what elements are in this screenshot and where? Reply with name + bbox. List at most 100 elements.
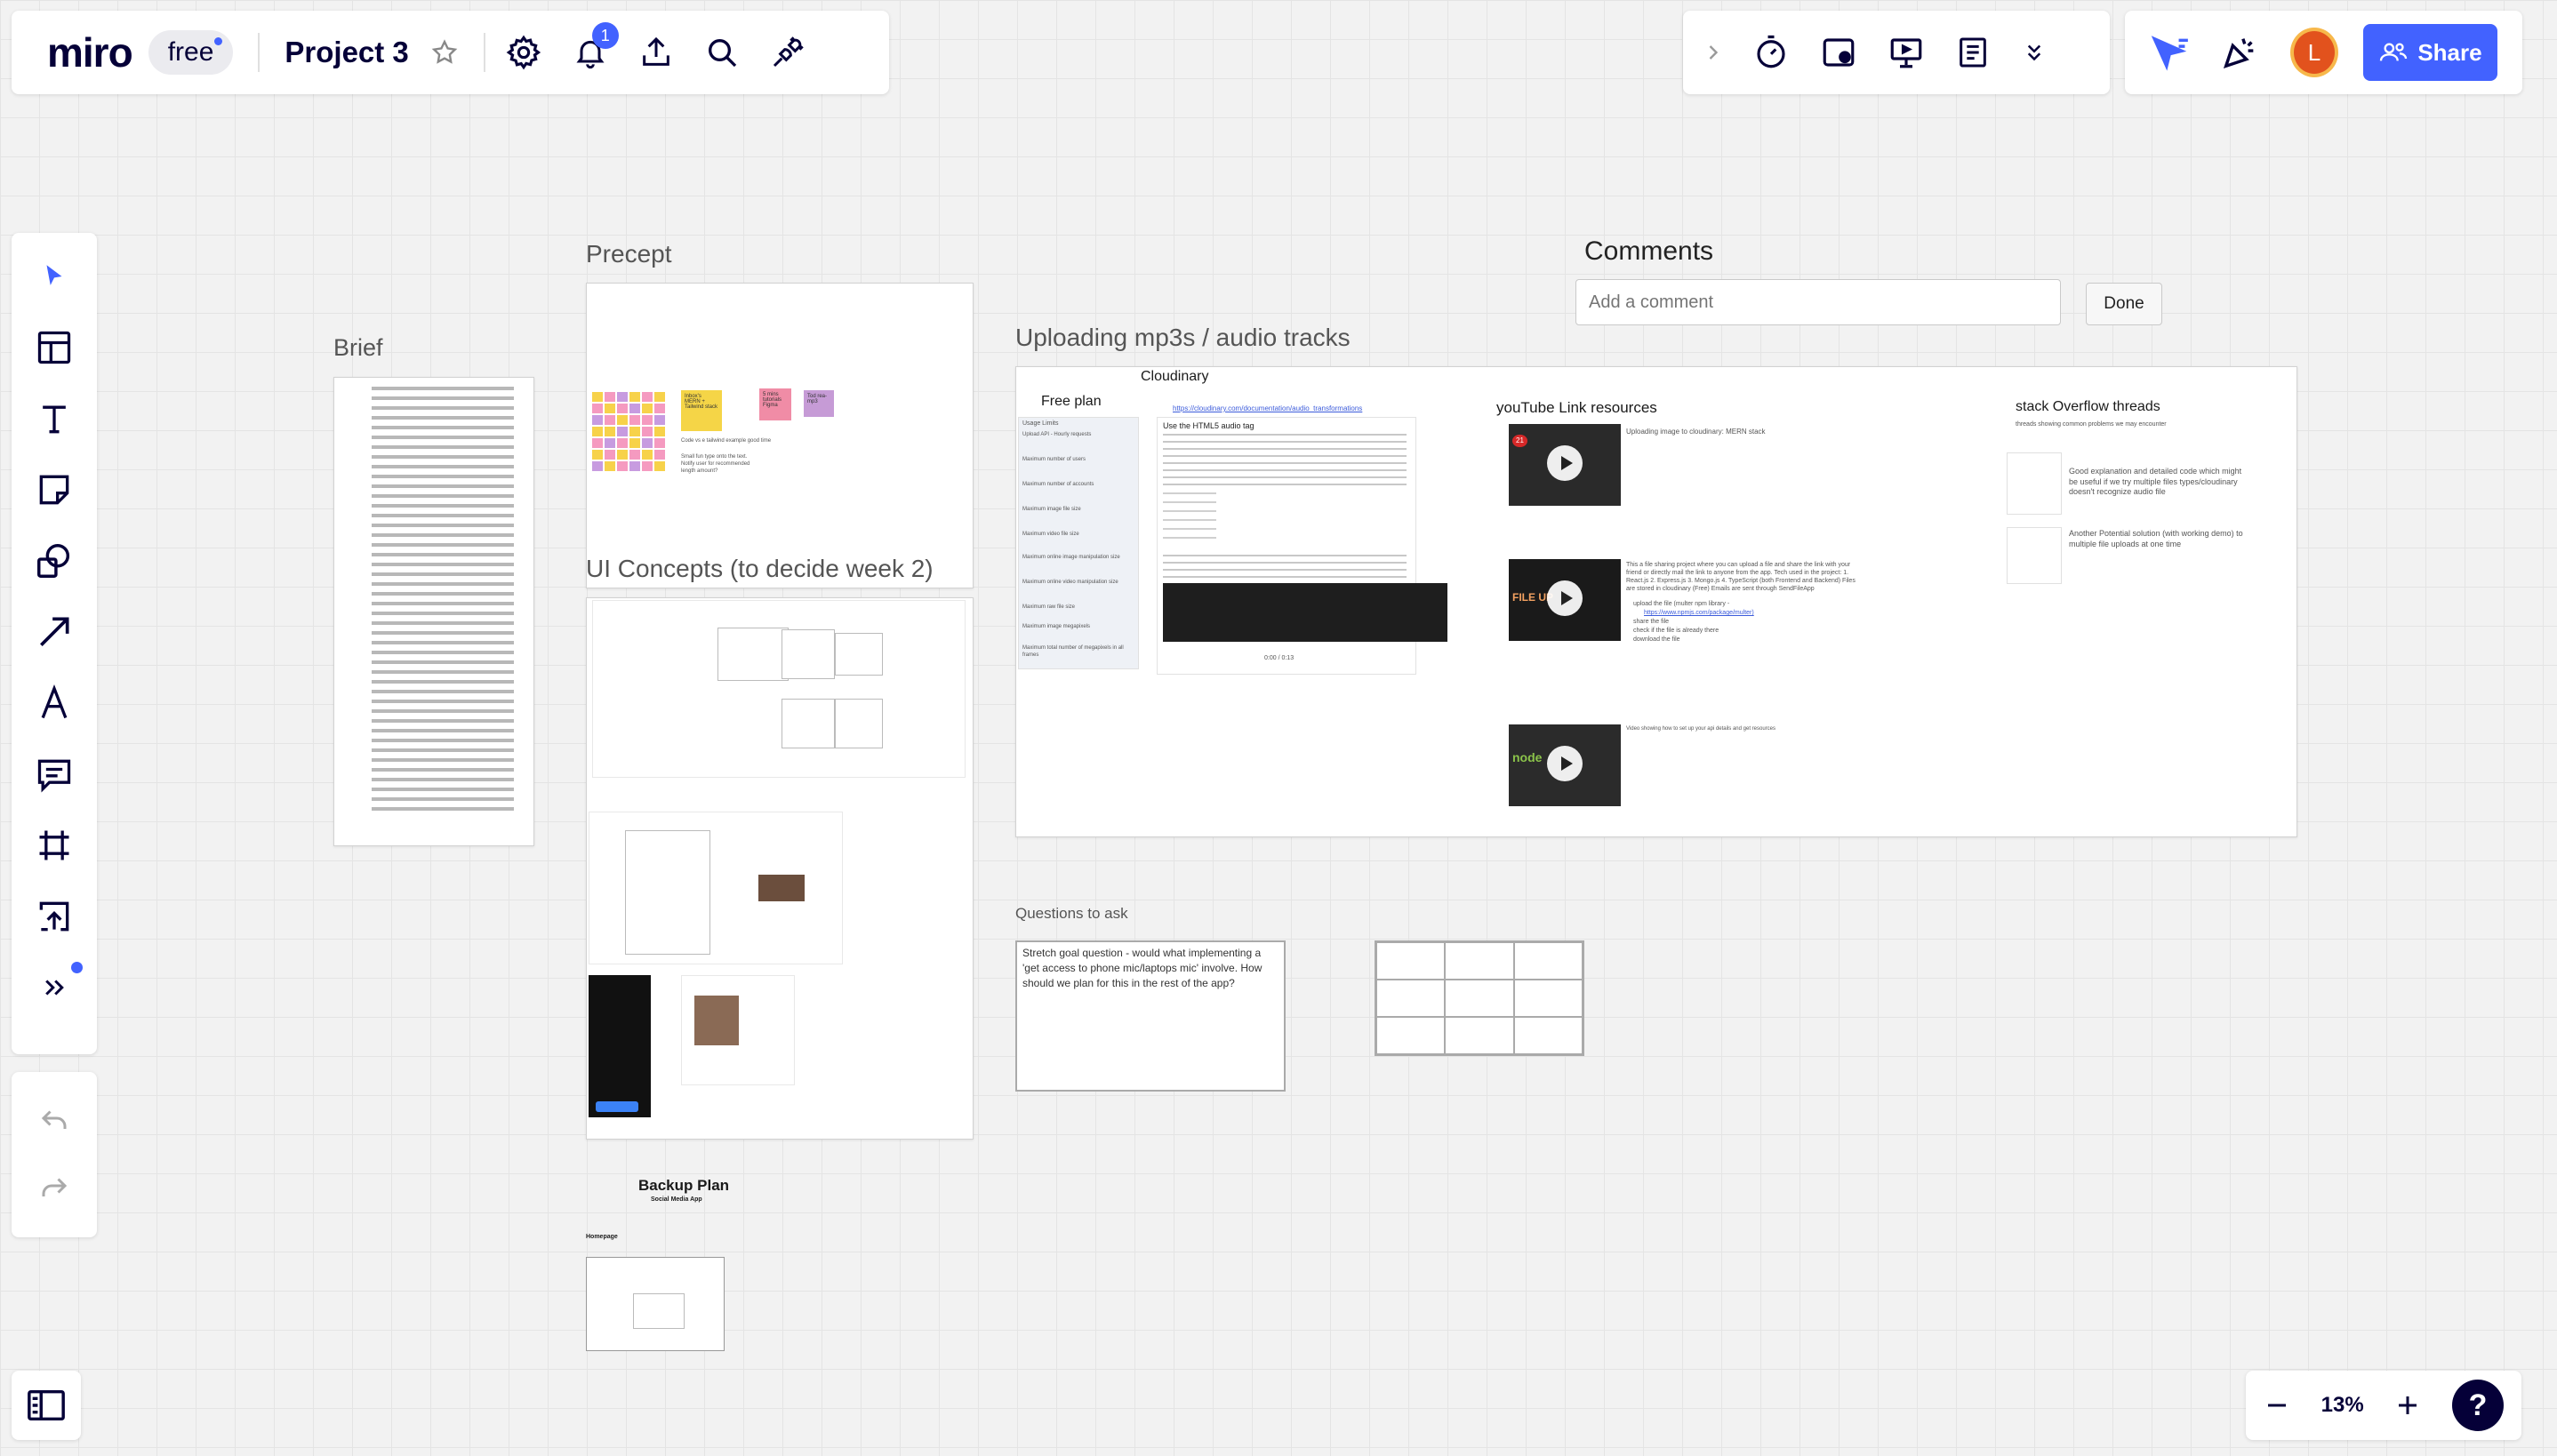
comment-input[interactable] <box>1575 279 2061 325</box>
doc-text <box>1163 555 1407 580</box>
stackoverflow-subtitle: threads showing common problems we may e… <box>2016 421 2167 428</box>
video-step: share the file <box>1633 619 1670 625</box>
search-icon[interactable] <box>704 35 740 70</box>
video-thumbnail[interactable]: node <box>1509 724 1621 806</box>
avatar[interactable]: L <box>2290 28 2338 77</box>
play-icon[interactable] <box>1547 746 1583 782</box>
mobile-mockup <box>589 975 651 1117</box>
bell-icon[interactable]: 1 <box>573 22 619 70</box>
table-cell[interactable] <box>1513 942 1583 980</box>
wireframe-card <box>782 629 835 679</box>
table-cell[interactable] <box>1445 980 1514 1017</box>
templates-icon[interactable] <box>31 325 77 370</box>
usage-row: Maximum total number of megapixels in al… <box>1022 645 1124 658</box>
redo-icon[interactable] <box>36 1172 73 1204</box>
uploading-frame[interactable]: Cloudinary Free plan Usage Limits Upload… <box>1015 366 2297 837</box>
wireframe-card <box>625 830 710 955</box>
select-icon[interactable] <box>31 254 77 299</box>
ui-concepts-frame[interactable] <box>586 597 974 1140</box>
reactions-icon[interactable] <box>2219 32 2260 73</box>
uploading-frame-label[interactable]: Uploading mp3s / audio tracks <box>1015 324 1351 352</box>
voting-icon[interactable] <box>1820 34 1857 71</box>
pen-icon[interactable] <box>31 681 77 725</box>
usage-row: Upload API - Hourly requests <box>1022 432 1092 437</box>
homepage-wireframe[interactable] <box>586 1257 725 1351</box>
sticky-note[interactable]: Tod rea-mp3 <box>804 390 834 417</box>
plan-badge[interactable]: free <box>148 30 234 75</box>
table-cell[interactable] <box>1513 980 1583 1017</box>
more-dot <box>71 962 83 973</box>
cloudinary-link[interactable]: https://cloudinary.com/documentation/aud… <box>1173 404 1362 413</box>
sticky-note[interactable]: Inbox's MERN + Tailwind stack <box>681 390 722 431</box>
upload-icon[interactable] <box>31 894 77 939</box>
thread-thumbnail[interactable] <box>2007 452 2062 515</box>
users-icon <box>2378 40 2409 65</box>
text-icon[interactable] <box>31 396 77 441</box>
zoom-in-icon[interactable] <box>2394 1392 2421 1419</box>
table-cell[interactable] <box>1376 1017 1446 1054</box>
empty-table[interactable] <box>1375 940 1584 1056</box>
shapes-icon[interactable] <box>31 539 77 583</box>
usage-row: Maximum number of users <box>1022 457 1086 462</box>
audio-player[interactable]: 0:00 / 0:13 <box>1264 654 1294 662</box>
sticky-note[interactable]: 5 mins tutorials Figma <box>759 388 791 420</box>
arrow-icon[interactable] <box>31 610 77 654</box>
zoom-out-icon[interactable] <box>2264 1392 2290 1419</box>
board-title[interactable]: Project 3 <box>285 36 408 69</box>
questions-label[interactable]: Questions to ask <box>1015 905 1128 923</box>
usage-row: Maximum image megapixels <box>1022 624 1091 629</box>
play-icon[interactable] <box>1547 445 1583 482</box>
video-step: download the file <box>1633 636 1680 643</box>
video-step-link[interactable]: https://www.npmjs.com/package/multer) <box>1644 609 1754 617</box>
share-button[interactable]: Share <box>2362 24 2497 81</box>
precept-note: Small fun type onto the text. Notify use… <box>681 454 750 474</box>
plug-icon[interactable] <box>770 35 806 70</box>
zoom-level[interactable]: 13% <box>2321 1393 2364 1418</box>
table-cell[interactable] <box>1445 942 1514 980</box>
ui-concepts-frame-label[interactable]: UI Concepts (to decide week 2) <box>586 555 934 583</box>
miro-logo[interactable]: miro <box>47 28 133 76</box>
comment-icon[interactable] <box>31 752 77 796</box>
plan-label: free <box>167 37 214 67</box>
video-step: check if the file is already there <box>1633 628 1719 634</box>
done-button[interactable]: Done <box>2086 283 2162 325</box>
top-left-toolbar: miro free Project 3 1 <box>12 11 889 94</box>
backup-plan-title[interactable]: Backup Plan <box>638 1177 729 1195</box>
cursor-follow-icon[interactable] <box>2150 33 2192 72</box>
questions-note[interactable]: Stretch goal question - would what imple… <box>1015 940 1286 1092</box>
settings-icon[interactable] <box>505 34 542 71</box>
chevron-right-icon[interactable] <box>1704 40 1722 65</box>
help-button[interactable]: ? <box>2451 1380 2504 1431</box>
frames-panel-button[interactable] <box>12 1371 81 1440</box>
brief-document[interactable] <box>333 377 534 846</box>
more-icon[interactable] <box>31 962 83 1010</box>
precept-frame[interactable]: Inbox's MERN + Tailwind stack 5 mins tut… <box>586 283 974 588</box>
table-cell[interactable] <box>1513 1017 1583 1054</box>
usage-row: Maximum number of accounts <box>1022 482 1094 487</box>
video-thumbnail[interactable]: 21 <box>1509 424 1621 506</box>
divider <box>258 33 261 72</box>
doc-heading: Use the HTML5 audio tag <box>1163 421 1254 430</box>
table-cell[interactable] <box>1445 1017 1514 1054</box>
usage-limits-table: Usage Limits Upload API - Hourly request… <box>1018 417 1139 669</box>
homepage-label: Homepage <box>586 1234 618 1240</box>
table-cell[interactable] <box>1376 942 1446 980</box>
precept-frame-label[interactable]: Precept <box>586 240 672 268</box>
star-icon[interactable] <box>430 38 459 67</box>
comments-heading: Comments <box>1584 236 1714 266</box>
undo-icon[interactable] <box>36 1105 73 1137</box>
video-thumbnail[interactable]: FILE UP <box>1509 559 1621 641</box>
upload-icon[interactable] <box>638 35 674 70</box>
play-icon[interactable] <box>1547 580 1583 617</box>
presentation-icon[interactable] <box>1888 34 1925 71</box>
table-cell[interactable] <box>1376 980 1446 1017</box>
thread-thumbnail[interactable] <box>2007 527 2062 584</box>
timer-icon[interactable] <box>1752 34 1790 71</box>
frame-icon[interactable] <box>31 823 77 868</box>
notes-icon[interactable] <box>1955 35 1991 70</box>
sticky-note-icon[interactable] <box>31 468 77 512</box>
usage-heading: Usage Limits <box>1022 420 1059 427</box>
chevron-double-down-icon[interactable] <box>2021 39 2048 66</box>
divider <box>483 33 485 72</box>
brief-frame-label[interactable]: Brief <box>333 334 383 362</box>
